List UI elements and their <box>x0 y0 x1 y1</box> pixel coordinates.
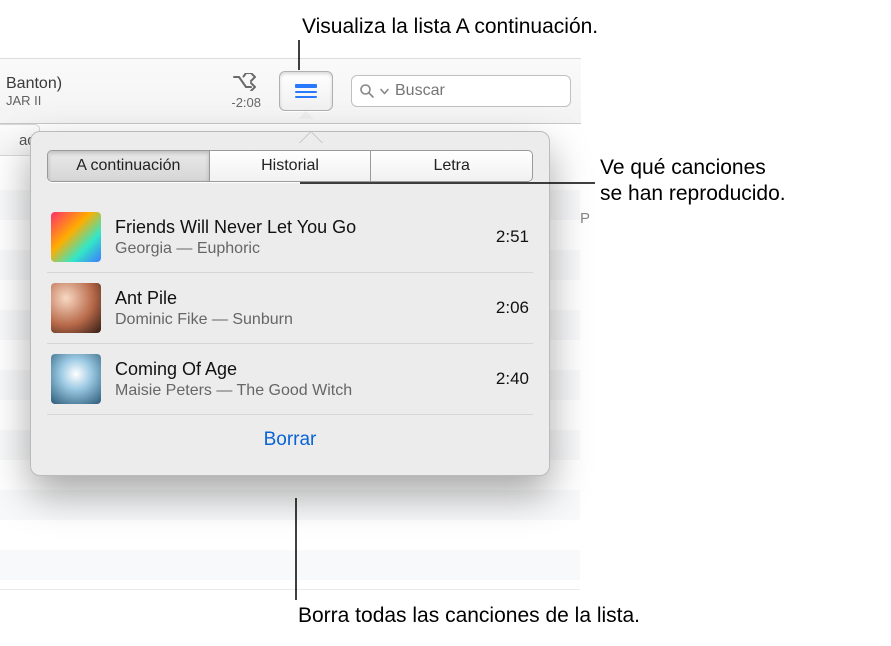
now-playing-subtitle: JAR II <box>6 93 62 108</box>
track-subtitle: Maisie Peters — The Good Witch <box>115 382 482 400</box>
segmented-control: A continuación Historial Letra <box>47 150 533 182</box>
toolbar: Banton) JAR II -2:08 <box>0 58 581 124</box>
track-subtitle: Dominic Fike — Sunburn <box>115 311 482 329</box>
search-field[interactable] <box>351 75 571 107</box>
callout-top: Visualiza la lista A continuación. <box>302 14 598 40</box>
callout-right-line2: se han reproducido. <box>600 181 786 207</box>
track-row[interactable]: Friends Will Never Let You Go Georgia — … <box>47 202 533 273</box>
album-art <box>51 283 101 333</box>
callout-right-line1: Ve qué canciones <box>600 155 766 181</box>
track-title: Friends Will Never Let You Go <box>115 217 482 238</box>
up-next-popover: A continuación Historial Letra Friends W… <box>30 131 550 476</box>
time-remaining: -2:08 <box>231 95 261 110</box>
tab-up-next[interactable]: A continuación <box>48 151 209 181</box>
chevron-down-icon <box>380 87 389 96</box>
search-icon <box>360 84 374 98</box>
clear-button[interactable]: Borrar <box>264 429 317 450</box>
background-column-header: P <box>580 210 590 227</box>
shuffle-icon[interactable] <box>233 73 259 91</box>
tab-lyrics[interactable]: Letra <box>370 151 532 181</box>
track-row[interactable]: Coming Of Age Maisie Peters — The Good W… <box>47 344 533 415</box>
search-input[interactable] <box>395 82 602 100</box>
now-playing-title: Banton) <box>6 75 62 93</box>
tab-history[interactable]: Historial <box>209 151 371 181</box>
track-title: Ant Pile <box>115 288 482 309</box>
callout-bottom: Borra todas las canciones de la lista. <box>298 603 640 629</box>
playback-right-cluster: -2:08 <box>231 73 261 110</box>
now-playing-display: Banton) JAR II <box>0 75 62 108</box>
track-row[interactable]: Ant Pile Dominic Fike — Sunburn 2:06 <box>47 273 533 344</box>
track-subtitle: Georgia — Euphoric <box>115 240 482 258</box>
up-next-button[interactable] <box>279 71 333 111</box>
track-duration: 2:40 <box>496 369 529 389</box>
track-duration: 2:06 <box>496 298 529 318</box>
track-duration: 2:51 <box>496 227 529 247</box>
list-icon <box>295 84 317 98</box>
album-art <box>51 354 101 404</box>
album-art <box>51 212 101 262</box>
track-title: Coming Of Age <box>115 359 482 380</box>
